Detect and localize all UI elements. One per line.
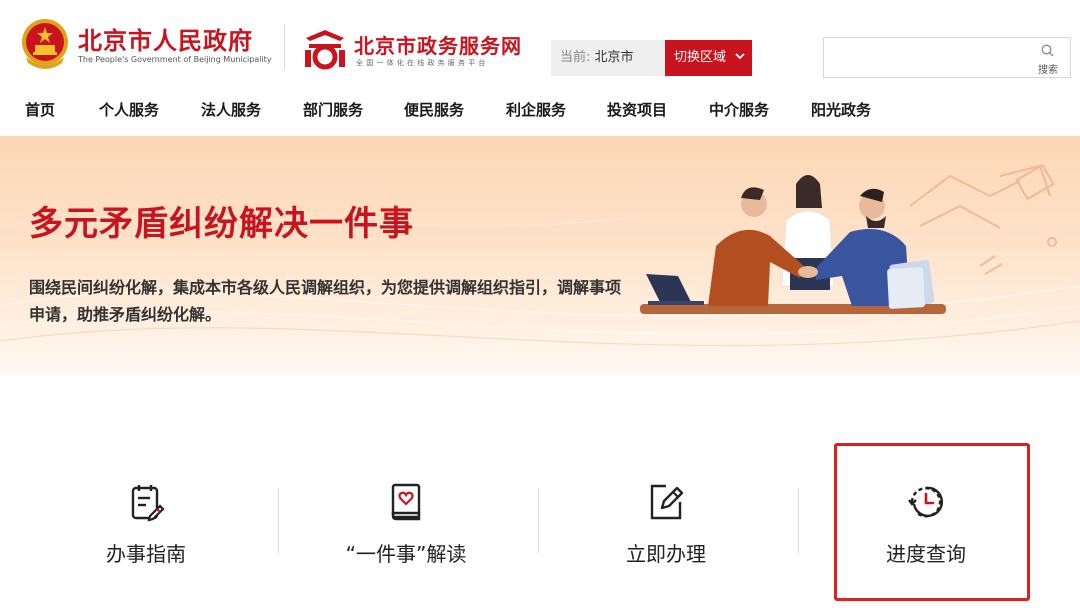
nav-item-transparency[interactable]: 阳光政务 (811, 96, 871, 124)
nav-item-legal[interactable]: 法人服务 (201, 96, 261, 124)
nav-item-intermediary[interactable]: 中介服务 (709, 96, 769, 124)
switch-region-button[interactable]: 切换区域 (665, 40, 752, 76)
book-heart-icon (391, 483, 421, 521)
feature-guide-label: 办事指南 (106, 542, 186, 566)
banner-description: 围绕民间纠纷化解，集成本市各级人民调解组织，为您提供调解组织指引，调解事项申请，… (29, 278, 622, 324)
national-emblem-icon[interactable] (20, 17, 70, 71)
nav-item-department[interactable]: 部门服务 (303, 96, 363, 124)
site-header: 北京市人民政府 The People's Government of Beiji… (0, 0, 1080, 90)
region-city: 北京市 (594, 50, 634, 65)
portal-subtitle: 全国一体化在线政务服务平台 (356, 59, 489, 67)
nav-item-home[interactable]: 首页 (25, 96, 55, 124)
switch-region-label: 切换区域 (674, 50, 727, 65)
portal-logo-icon[interactable] (302, 26, 348, 70)
search-button-label[interactable]: 搜索 (1038, 61, 1058, 76)
region-prefix: 当前: (560, 50, 591, 65)
gov-subtitle: The People's Government of Beijing Munic… (78, 55, 272, 64)
nav-item-investment[interactable]: 投资项目 (607, 96, 667, 124)
feature-apply-now-label: 立即办理 (626, 542, 706, 566)
search-box: 搜索 (823, 37, 1071, 78)
search-input[interactable] (824, 38, 1024, 77)
nav-item-business[interactable]: 利企服务 (506, 96, 566, 124)
feature-interpretation[interactable]: “一件事”解读 (276, 470, 536, 580)
search-icon[interactable] (1041, 44, 1054, 57)
main-nav: 首页 个人服务 法人服务 部门服务 便民服务 利企服务 投资项目 中介服务 阳光… (0, 96, 1080, 128)
feature-progress-query[interactable]: 进度查询 (796, 470, 1056, 580)
portal-name[interactable]: 北京市政务服务网 (354, 30, 522, 59)
edit-pen-icon (650, 484, 684, 520)
mediation-handshake-illustration (640, 163, 1057, 314)
banner-title: 多元矛盾纠纷解决一件事 (29, 204, 414, 244)
guide-clipboard-icon (131, 485, 165, 522)
feature-entries: 办事指南 “一件事”解读 立即办理 进度查询 (0, 470, 1080, 580)
gov-name[interactable]: 北京市人民政府 (78, 21, 253, 56)
nav-item-convenience[interactable]: 便民服务 (404, 96, 464, 124)
feature-guide[interactable]: 办事指南 (16, 470, 276, 580)
feature-progress-query-label: 进度查询 (886, 542, 966, 566)
chevron-down-icon (735, 53, 745, 60)
feature-apply-now[interactable]: 立即办理 (536, 470, 796, 580)
hero-banner: 多元矛盾纠纷解决一件事 围绕民间纠纷化解，集成本市各级人民调解组织，为您提供调解… (0, 136, 1080, 376)
nav-item-personal[interactable]: 个人服务 (99, 96, 159, 124)
feature-interpretation-label: “一件事”解读 (345, 542, 467, 566)
history-clock-icon (908, 486, 944, 518)
current-region: 当前: 北京市 (551, 40, 665, 76)
header-divider (284, 24, 285, 70)
